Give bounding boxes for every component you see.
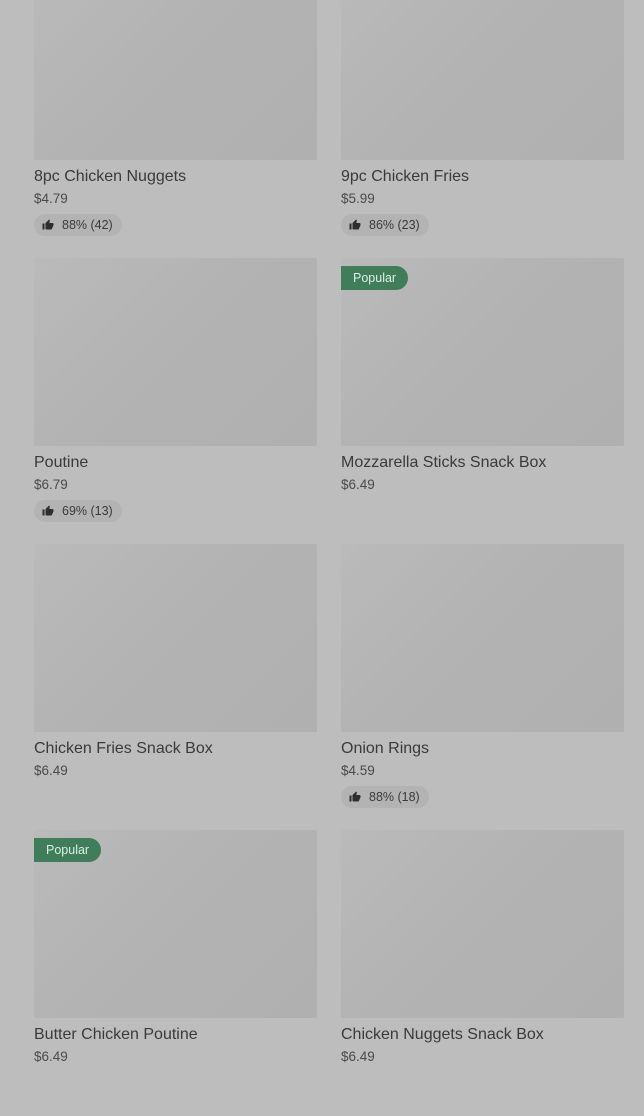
menu-item-price: $6.49 <box>34 1049 68 1064</box>
rating-pill: 88% (42) <box>34 214 122 236</box>
rating-pill: 69% (13) <box>34 500 122 522</box>
rating-pill: 88% (18) <box>341 786 429 808</box>
menu-item-image[interactable] <box>341 830 624 1018</box>
menu-item-card[interactable]: Onion Rings $4.59 88% (18) <box>341 544 624 830</box>
rating-text: 86% (23) <box>369 218 420 232</box>
menu-item-price: $6.49 <box>34 763 68 778</box>
menu-item-name: Chicken Nuggets Snack Box <box>341 1026 544 1043</box>
rating-text: 88% (18) <box>369 790 420 804</box>
menu-item-price: $6.49 <box>341 1049 375 1064</box>
menu-item-price: $6.49 <box>341 477 375 492</box>
popular-badge: Popular <box>341 266 409 290</box>
rating-text: 69% (13) <box>62 504 113 518</box>
menu-item-price: $6.79 <box>34 477 68 492</box>
thumbs-up-icon <box>349 219 361 230</box>
menu-item-grid: 8pc Chicken Nuggets $4.79 88% (42) 9pc C… <box>34 0 624 1116</box>
menu-item-card[interactable]: Chicken Fries Snack Box $6.49 <box>34 544 317 830</box>
menu-item-card[interactable]: Popular Mozzarella Sticks Snack Box $6.4… <box>341 258 624 544</box>
menu-item-card[interactable]: Popular Butter Chicken Poutine $6.49 <box>34 830 317 1116</box>
menu-item-image[interactable] <box>34 0 317 160</box>
menu-item-card[interactable]: 9pc Chicken Fries $5.99 86% (23) <box>341 0 624 258</box>
menu-item-image[interactable] <box>341 0 624 160</box>
thumbs-up-icon <box>42 219 54 230</box>
menu-item-name: Poutine <box>34 454 89 471</box>
menu-item-name: 9pc Chicken Fries <box>341 168 470 185</box>
menu-item-image[interactable] <box>341 544 624 732</box>
menu-item-image[interactable]: Popular <box>34 830 317 1018</box>
menu-item-name: Chicken Fries Snack Box <box>34 740 213 757</box>
menu-item-card[interactable]: Poutine $6.79 69% (13) <box>34 258 317 544</box>
menu-item-name: Mozzarella Sticks Snack Box <box>341 454 547 471</box>
menu-item-price: $4.79 <box>34 191 68 206</box>
menu-item-price: $5.99 <box>341 191 375 206</box>
rating-pill: 86% (23) <box>341 214 429 236</box>
popular-badge: Popular <box>34 838 102 862</box>
thumbs-up-icon <box>42 505 54 516</box>
menu-item-image[interactable] <box>34 544 317 732</box>
menu-item-card[interactable]: 8pc Chicken Nuggets $4.79 88% (42) <box>34 0 317 258</box>
rating-text: 88% (42) <box>62 218 113 232</box>
menu-item-name: Onion Rings <box>341 740 430 757</box>
menu-item-name: Butter Chicken Poutine <box>34 1026 198 1043</box>
menu-item-card[interactable]: Chicken Nuggets Snack Box $6.49 <box>341 830 624 1116</box>
menu-item-price: $4.59 <box>341 763 375 778</box>
menu-item-name: 8pc Chicken Nuggets <box>34 168 187 185</box>
thumbs-up-icon <box>349 791 361 802</box>
menu-item-image[interactable] <box>34 258 317 446</box>
menu-item-image[interactable]: Popular <box>341 258 624 446</box>
